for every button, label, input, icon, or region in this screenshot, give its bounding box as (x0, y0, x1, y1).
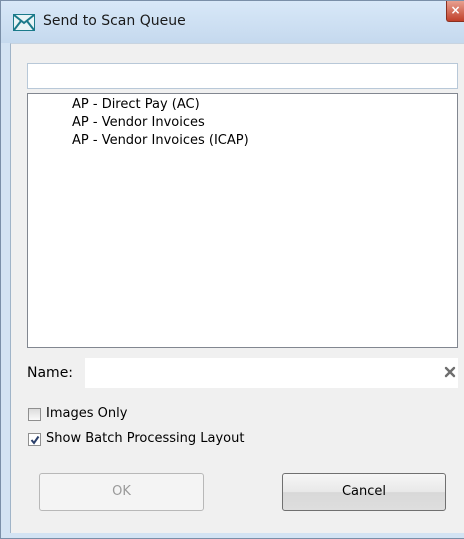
list-item[interactable]: AP - Vendor Invoices (ICAP) (68, 132, 457, 150)
show-batch-layout-label[interactable]: Show Batch Processing Layout (46, 431, 244, 446)
clear-x-icon[interactable] (444, 366, 456, 378)
list-item[interactable]: AP - Direct Pay (AC) (68, 96, 457, 114)
dialog-window: Send to Scan Queue × AP - Direct Pay (AC… (0, 0, 464, 539)
dialog-content: AP - Direct Pay (AC) AP - Vendor Invoice… (10, 43, 464, 533)
images-only-checkbox[interactable] (28, 408, 41, 421)
name-field[interactable] (85, 358, 458, 388)
cancel-button[interactable]: Cancel (282, 473, 446, 511)
show-batch-layout-checkbox[interactable] (28, 433, 41, 446)
ok-button[interactable]: OK (39, 473, 204, 511)
window-title: Send to Scan Queue (43, 13, 186, 29)
envelope-icon (13, 14, 35, 31)
list-item[interactable]: AP - Vendor Invoices (68, 114, 457, 132)
title-bar[interactable]: Send to Scan Queue × (1, 1, 464, 43)
close-icon: × (450, 3, 461, 17)
name-label: Name: (27, 365, 74, 381)
checkmark-icon (30, 435, 40, 445)
search-input[interactable] (27, 63, 458, 89)
images-only-label[interactable]: Images Only (46, 406, 127, 421)
close-button[interactable]: × (446, 1, 464, 22)
scan-queue-list[interactable]: AP - Direct Pay (AC) AP - Vendor Invoice… (27, 93, 458, 348)
